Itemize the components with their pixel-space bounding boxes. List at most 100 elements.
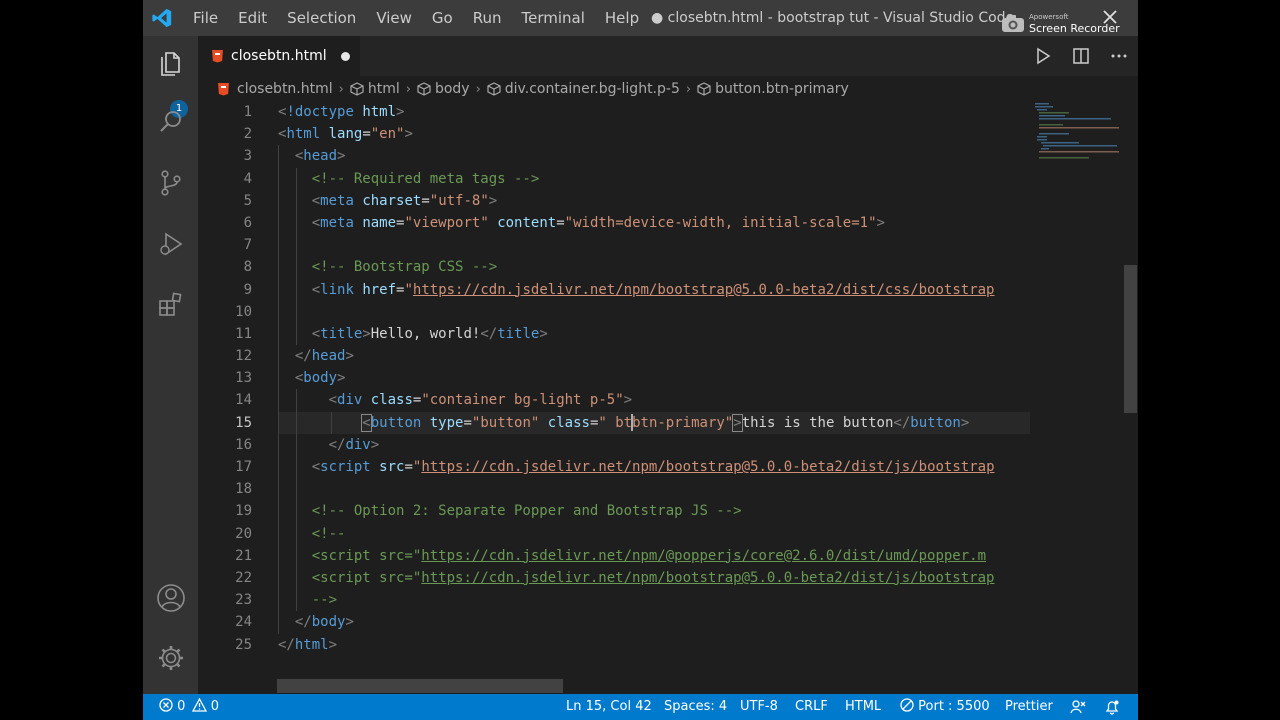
code-line-5[interactable]: <meta charset="utf-8"> [278, 189, 1030, 212]
line-number[interactable]: 6 [198, 212, 252, 234]
code-line-12[interactable]: </head> [278, 345, 1030, 368]
activity-search[interactable] [143, 98, 198, 146]
camera-icon [1002, 15, 1024, 32]
line-number[interactable]: 18 [198, 478, 252, 500]
cursor-position[interactable]: Ln 15, Col 42 [566, 694, 652, 720]
line-number[interactable]: 7 [198, 234, 252, 256]
run-icon[interactable] [1034, 47, 1052, 65]
activity-source-control[interactable] [143, 159, 198, 207]
more-actions-icon[interactable] [1110, 47, 1128, 65]
menu-edit[interactable]: Edit [228, 0, 277, 36]
menu-go[interactable]: Go [422, 0, 463, 36]
code-line-19[interactable]: <!-- Option 2: Separate Popper and Boots… [278, 500, 1030, 523]
menu-run[interactable]: Run [463, 0, 512, 36]
element-icon [417, 82, 431, 96]
breadcrumb-file[interactable]: closebtn.html [237, 81, 333, 97]
port-label: Port : 5500 [918, 699, 990, 714]
tab-bar: closebtn.html [198, 36, 1138, 76]
line-number[interactable]: 19 [198, 500, 252, 522]
breadcrumb-html[interactable]: html [368, 81, 400, 97]
code-line-3[interactable]: <head> [278, 145, 1030, 168]
code-line-24[interactable]: </body> [278, 611, 1030, 634]
indentation[interactable]: Spaces: 4 [664, 694, 727, 720]
code-area[interactable]: <!doctype html> <html lang="en"> <head> … [278, 101, 1030, 656]
code-line-11[interactable]: <title>Hello, world!</title> [278, 322, 1030, 346]
menu-terminal[interactable]: Terminal [512, 0, 595, 36]
split-editor-icon[interactable] [1072, 47, 1090, 65]
line-number[interactable]: 21 [198, 545, 252, 567]
line-number[interactable]: 8 [198, 256, 252, 278]
line-number[interactable]: 10 [198, 301, 252, 323]
code-line-4[interactable]: <!-- Required meta tags --> [278, 167, 1030, 190]
activity-explorer[interactable] [143, 40, 198, 88]
vertical-scrollbar-thumb[interactable] [1124, 265, 1137, 413]
minimap[interactable] [1030, 101, 1122, 667]
code-line-1[interactable]: <!doctype html> [278, 101, 1030, 123]
vertical-scrollbar[interactable] [1122, 101, 1138, 667]
line-number[interactable]: 25 [198, 634, 252, 656]
line-number[interactable]: 16 [198, 434, 252, 456]
breadcrumb-div[interactable]: div.container.bg-light.p-5 [505, 81, 680, 97]
activity-run-debug[interactable] [143, 220, 198, 268]
line-number[interactable]: 22 [198, 567, 252, 589]
code-line-23[interactable]: --> [278, 589, 1030, 612]
element-icon [487, 82, 501, 96]
line-ending[interactable]: CRLF [795, 694, 828, 720]
line-number[interactable]: 24 [198, 611, 252, 633]
tab-closebtn-html[interactable]: closebtn.html [198, 36, 360, 76]
feedback-icon[interactable] [1070, 699, 1086, 715]
line-number[interactable]: 12 [198, 345, 252, 367]
line-number[interactable]: 3 [198, 145, 252, 167]
code-line-25[interactable]: </html> [278, 634, 1030, 656]
line-number[interactable]: 9 [198, 279, 252, 301]
unsaved-dot-icon[interactable] [340, 51, 350, 61]
code-line-15[interactable]: <button type="button" class=" btbtn-prim… [278, 411, 1030, 434]
code-line-16[interactable]: </div> [278, 433, 1030, 456]
language-mode[interactable]: HTML [845, 694, 881, 720]
problems-indicator[interactable]: 0 0 [159, 694, 219, 720]
line-number[interactable]: 23 [198, 589, 252, 611]
menu-help[interactable]: Help [595, 0, 649, 36]
breadcrumb-button[interactable]: button.btn-primary [715, 81, 849, 97]
code-line-13[interactable]: <body> [278, 367, 1030, 390]
code-line-10[interactable] [278, 300, 1030, 323]
line-number[interactable]: 20 [198, 523, 252, 545]
warning-count: 0 [210, 699, 219, 714]
line-number[interactable]: 1 [198, 101, 252, 123]
line-number[interactable]: 13 [198, 367, 252, 389]
code-line-17[interactable]: <script src="https://cdn.jsdelivr.net/np… [278, 456, 1030, 479]
encoding[interactable]: UTF-8 [740, 694, 778, 720]
line-number-gutter: 1 2 3 4 5 6 7 8 9 10 11 12 13 14 15 16 17 18 19 20 21 22 23 24 2… [198, 101, 252, 656]
live-server-port[interactable]: Port : 5500 [900, 694, 990, 720]
line-number[interactable]: 5 [198, 190, 252, 212]
line-number[interactable]: 11 [198, 323, 252, 345]
notifications-bell-icon[interactable] [1104, 699, 1120, 715]
code-line-22[interactable]: <script src="https://cdn.jsdelivr.net/np… [278, 566, 1030, 590]
activity-account[interactable] [143, 574, 198, 622]
code-line-14[interactable]: <div class="container bg-light p-5"> [278, 389, 1030, 412]
prettier[interactable]: Prettier [1005, 694, 1053, 720]
code-line-20[interactable]: <!-- [278, 522, 1030, 545]
menu-view[interactable]: View [366, 0, 422, 36]
code-line-9[interactable]: <link href="https://cdn.jsdelivr.net/npm… [278, 278, 1030, 301]
menu-selection[interactable]: Selection [277, 0, 366, 36]
code-line-6[interactable]: <meta name="viewport" content="width=dev… [278, 211, 1030, 235]
code-line-2[interactable]: <html lang="en"> [278, 123, 1030, 145]
code-editor[interactable]: 1 2 3 4 5 6 7 8 9 10 11 12 13 14 15 16 17 18 19 20 21 22 23 24 2… [198, 101, 1030, 667]
code-line-7[interactable] [278, 234, 1030, 257]
menu-file[interactable]: File [183, 0, 228, 36]
close-icon[interactable] [1101, 8, 1119, 26]
breadcrumb-body[interactable]: body [435, 81, 470, 97]
line-number[interactable]: 2 [198, 123, 252, 145]
line-number[interactable]: 17 [198, 456, 252, 478]
code-line-18[interactable] [278, 478, 1030, 501]
code-line-8[interactable]: <!-- Bootstrap CSS --> [278, 256, 1030, 279]
horizontal-scrollbar-thumb[interactable] [277, 679, 563, 693]
line-number[interactable]: 4 [198, 168, 252, 190]
line-number[interactable]: 14 [198, 389, 252, 411]
line-number[interactable]: 15 [198, 412, 252, 434]
activity-manage[interactable] [143, 634, 198, 682]
code-line-21[interactable]: <script src="https://cdn.jsdelivr.net/np… [278, 544, 1030, 567]
activity-extensions[interactable] [143, 281, 198, 329]
vscode-logo-icon [152, 8, 172, 28]
